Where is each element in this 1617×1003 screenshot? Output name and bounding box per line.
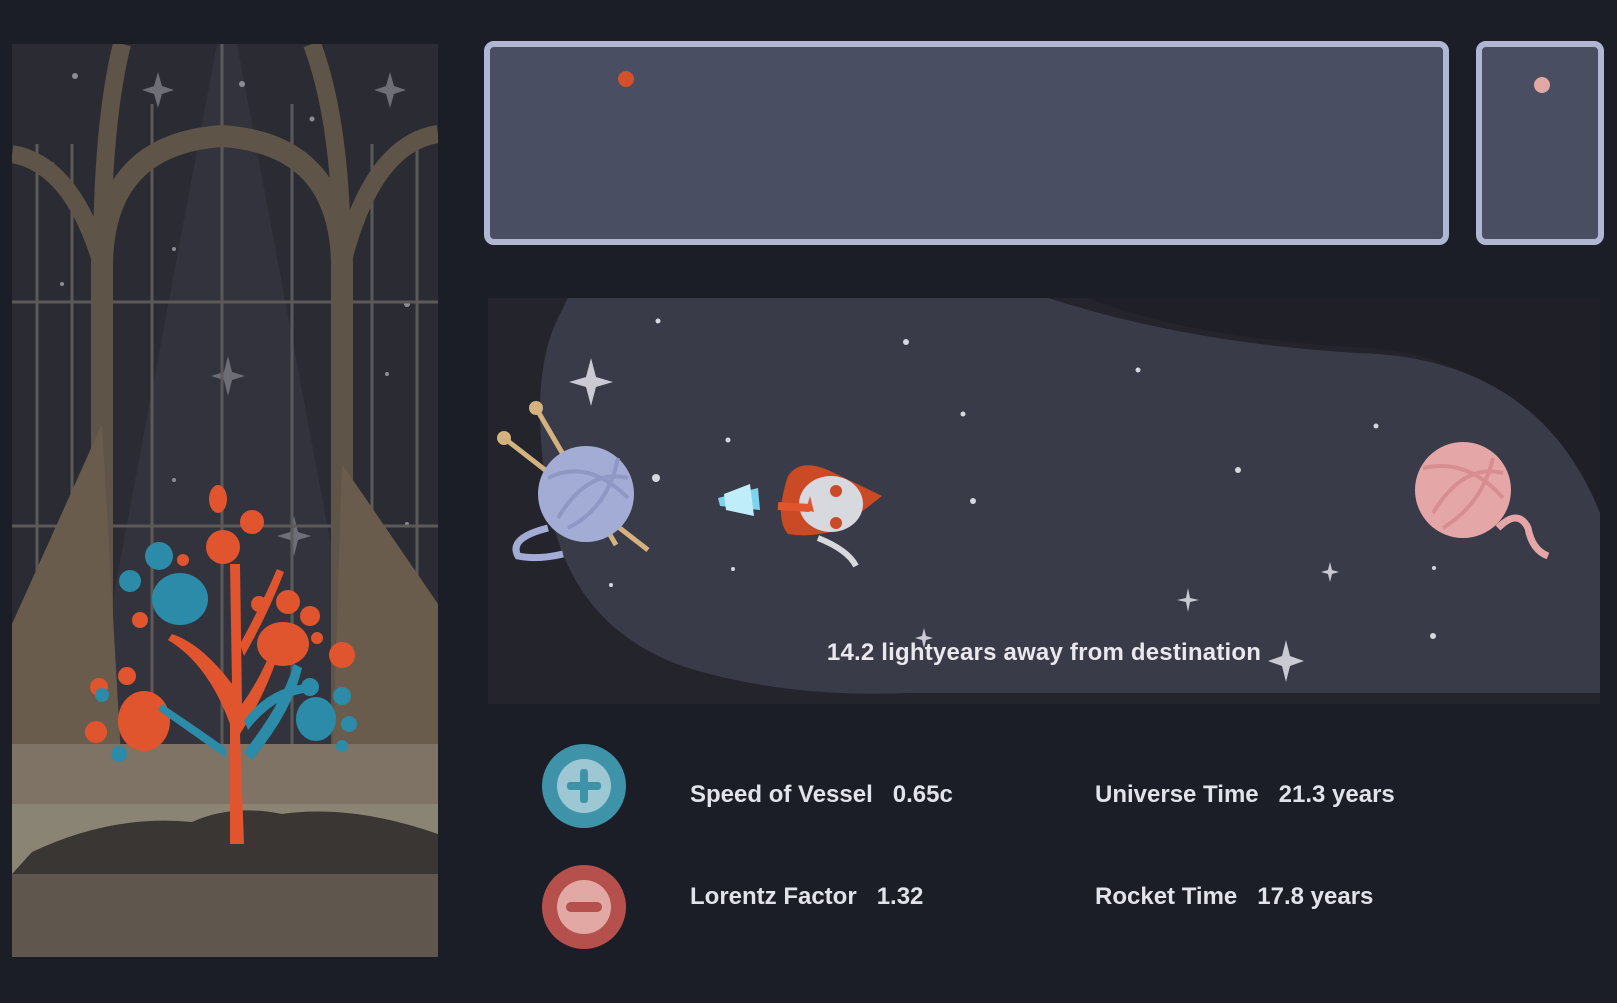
journey-progress-meter — [484, 41, 1449, 245]
space-scene: 14.2 lightyears away from destination — [488, 298, 1600, 704]
minus-icon — [557, 880, 611, 934]
rocket-time-stat: Rocket Time 17.8 years — [1095, 883, 1373, 911]
distance-readout: 14.2 lightyears away from destination — [826, 639, 1262, 666]
speed-value: 0.65c — [892, 781, 953, 808]
universe-time-label: Universe Time — [1095, 781, 1259, 808]
lorentz-factor-stat: Lorentz Factor 1.32 — [690, 883, 923, 911]
rocket-time-value: 17.8 years — [1257, 883, 1374, 910]
rocket-position-marker — [618, 71, 634, 87]
lorentz-factor-label: Lorentz Factor — [690, 883, 857, 910]
universe-time-stat: Universe Time 21.3 years — [1095, 781, 1395, 809]
destination-marker — [1534, 77, 1550, 93]
window-illustration — [12, 44, 438, 957]
increase-speed-button[interactable] — [542, 744, 626, 828]
decrease-speed-button[interactable] — [542, 865, 626, 949]
speed-stat: Speed of Vessel 0.65c — [690, 781, 953, 809]
plus-icon — [557, 759, 611, 813]
lorentz-factor-value: 1.32 — [876, 883, 924, 910]
universe-time-value: 21.3 years — [1278, 781, 1395, 808]
destination-meter — [1476, 41, 1604, 245]
speed-label: Speed of Vessel — [690, 781, 873, 808]
rocket-time-label: Rocket Time — [1095, 883, 1238, 910]
